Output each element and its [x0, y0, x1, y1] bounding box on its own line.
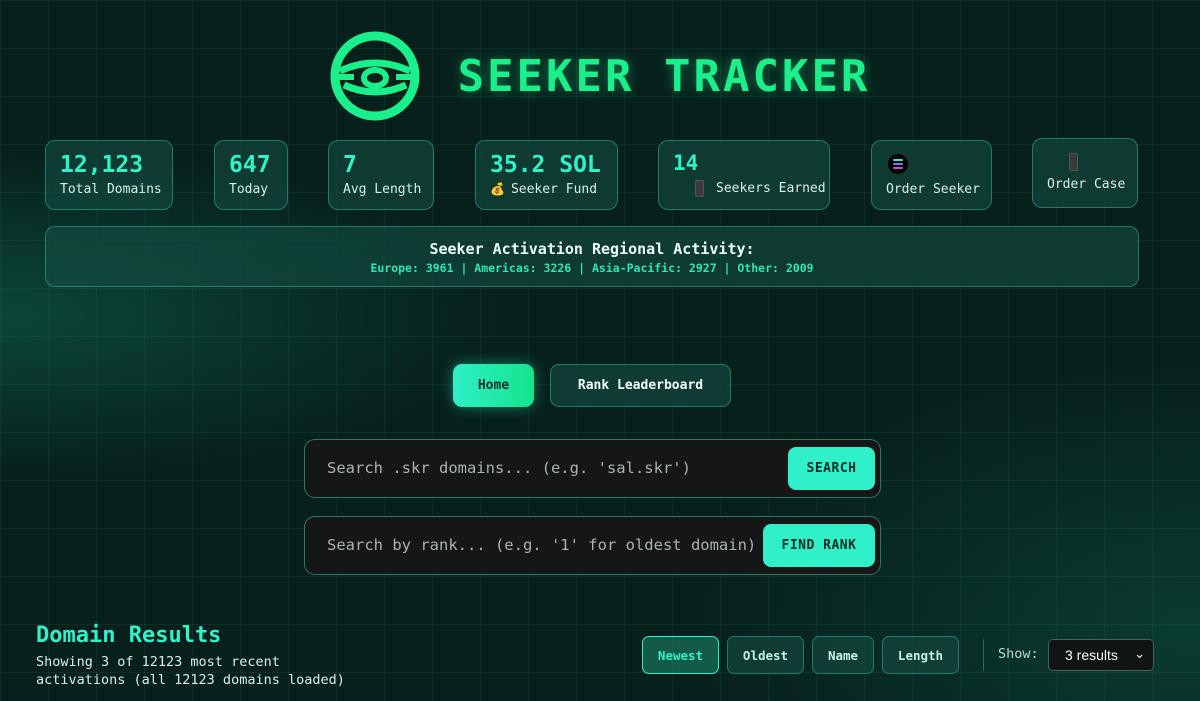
stat-value: 7: [343, 152, 357, 178]
domain-search-input[interactable]: [327, 440, 757, 496]
stat-avg-length: 7 Avg Length: [328, 140, 434, 210]
order-seeker-button[interactable]: Order Seeker: [871, 140, 992, 210]
tab-home[interactable]: Home: [453, 364, 534, 407]
stat-today: 647 Today: [214, 140, 288, 210]
regional-activity-panel: Seeker Activation Regional Activity: Eur…: [45, 226, 1139, 287]
chevron-down-icon: ⌄: [1134, 646, 1145, 661]
sort-oldest-button[interactable]: Oldest: [727, 636, 804, 674]
toolbar-divider: [983, 639, 984, 671]
solana-icon: [888, 153, 908, 174]
find-rank-button[interactable]: FIND RANK: [763, 524, 875, 567]
stat-seekers-earned[interactable]: 14 Seekers Earned: [658, 140, 830, 210]
stat-label: Avg Length: [343, 182, 422, 197]
order-case-label: Order Case: [1047, 176, 1126, 192]
search-button[interactable]: SEARCH: [788, 447, 875, 490]
stat-seeker-fund[interactable]: 35.2 SOL 💰 Seeker Fund: [475, 140, 618, 210]
rank-search-input[interactable]: [327, 517, 755, 573]
order-seeker-label: Order Seeker: [886, 181, 980, 197]
results-count-value: 3 results: [1065, 647, 1118, 663]
sort-name-button[interactable]: Name: [812, 636, 874, 674]
stat-value: 14: [673, 151, 699, 175]
tab-rank-leaderboard[interactable]: Rank Leaderboard: [550, 364, 731, 407]
phone-icon: [695, 180, 704, 197]
stat-value: 35.2 SOL: [490, 152, 601, 178]
money-bag-icon: 💰: [490, 182, 505, 196]
stat-value: 12,123: [60, 152, 144, 178]
stat-total-domains: 12,123 Total Domains: [45, 140, 173, 210]
show-label: Show:: [998, 646, 1039, 662]
order-case-button[interactable]: Order Case: [1032, 138, 1138, 208]
stat-label: Today: [229, 182, 269, 197]
sort-length-button[interactable]: Length: [882, 636, 959, 674]
stat-label: Total Domains: [60, 182, 162, 197]
rank-search-box: FIND RANK: [304, 516, 881, 575]
phone-case-icon: [1069, 152, 1078, 171]
header: SEEKER TRACKER: [0, 30, 1200, 122]
app-title: SEEKER TRACKER: [457, 50, 871, 102]
regional-activity-title: Seeker Activation Regional Activity:: [429, 240, 755, 258]
domain-search-box: SEARCH: [304, 439, 881, 498]
sort-newest-button[interactable]: Newest: [642, 636, 719, 674]
results-title: Domain Results: [36, 623, 222, 648]
stat-label-row: 💰 Seeker Fund: [490, 182, 603, 197]
stat-value: 647: [229, 152, 271, 178]
regional-activity-breakdown: Europe: 3961 | Americas: 3226 | Asia-Pac…: [370, 261, 814, 275]
stat-label: Seekers Earned: [716, 181, 826, 196]
stat-label: Seeker Fund: [510, 182, 598, 197]
stat-label-row: Seekers Earned: [673, 180, 826, 197]
results-subtitle: Showing 3 of 12123 most recent activatio…: [36, 654, 345, 688]
results-count-select[interactable]: 3 results ⌄: [1048, 639, 1154, 671]
eye-logo-icon: [330, 31, 420, 121]
